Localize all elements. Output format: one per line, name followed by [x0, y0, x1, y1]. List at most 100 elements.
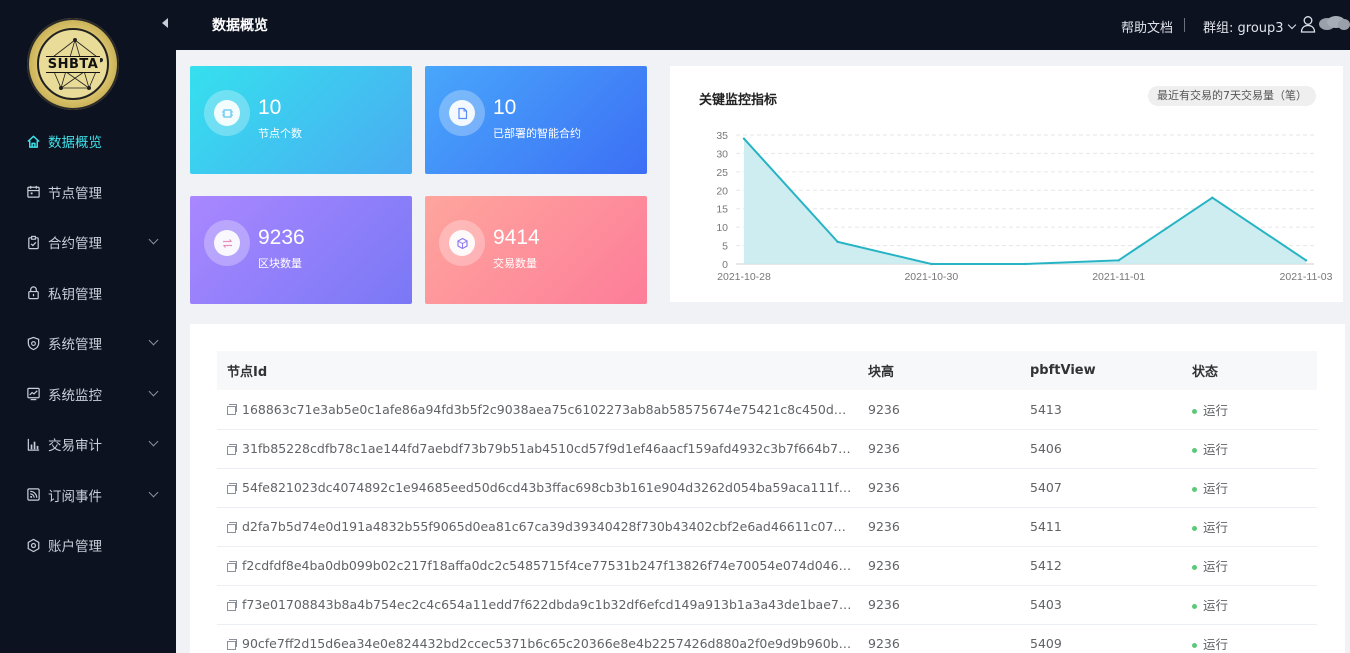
y-tick-label: 0 — [722, 259, 728, 271]
chevron-down-icon — [148, 234, 159, 245]
sidebar-item-label: 合约管理 — [48, 236, 102, 253]
stat-label: 区块数量 — [258, 257, 302, 270]
sidebar-item-private-key-management[interactable]: 私钥管理 — [0, 268, 176, 319]
x-tick-label: 2021-11-01 — [1092, 271, 1145, 283]
stat-label: 节点个数 — [258, 127, 302, 140]
copy-icon[interactable] — [227, 560, 237, 572]
status-cell: 运行 — [1182, 585, 1317, 624]
node-id-text[interactable]: 90cfe7ff2d15d6ea34e0e824432bd2ccec5371b6… — [242, 636, 852, 651]
sidebar-item-system-management[interactable]: 系统管理 — [0, 318, 176, 369]
sidebar-menu: 数据概览 节点管理 合约管理 私钥管理 系统管理 系统监控 交易审计 订阅事件 … — [0, 116, 176, 571]
chart-title: 关键监控指标 — [699, 93, 778, 108]
status-cell: 运行 — [1182, 390, 1317, 429]
exchange-icon — [222, 238, 232, 248]
y-tick-label: 5 — [722, 241, 728, 253]
data-point — [1117, 259, 1120, 262]
table-row: 168863c71e3ab5e0c1afe86a94fd3b5f2c9038ae… — [217, 390, 1317, 429]
sidebar-item-account-management[interactable]: 账户管理 — [0, 520, 176, 571]
node-icon — [221, 108, 233, 118]
node-id-text[interactable]: 31fb85228cdfb78c1ae144fd7aebdf73b79b51ab… — [242, 441, 852, 456]
table-row: 31fb85228cdfb78c1ae144fd7aebdf73b79b51ab… — [217, 429, 1317, 468]
node-id-cell: f2cdfdf8e4ba0db099b02c217f18affa0dc2c548… — [217, 546, 858, 585]
stat-card-nodes: 10 节点个数 — [190, 66, 412, 174]
pbft-view-cell: 5406 — [1030, 441, 1062, 456]
block-height-cell: 9236 — [868, 480, 900, 495]
sidebar-item-data-overview[interactable]: 数据概览 — [0, 116, 176, 167]
stat-value: 10 — [258, 96, 282, 119]
cube-icon — [456, 237, 468, 249]
copy-icon[interactable] — [227, 482, 237, 494]
pbft-view-cell: 5411 — [1030, 519, 1062, 534]
stat-card-transactions: 9414 交易数量 — [425, 196, 647, 304]
sidebar-item-node-management[interactable]: 节点管理 — [0, 167, 176, 218]
stat-value: 9414 — [493, 226, 540, 249]
y-tick-label: 25 — [716, 167, 728, 179]
copy-icon[interactable] — [227, 404, 237, 416]
rss-icon — [25, 487, 41, 503]
sidebar-item-label: 私钥管理 — [48, 286, 102, 303]
node-id-cell: 54fe821023dc4074892c1e94685eed50d6cd43b3… — [217, 468, 858, 507]
sidebar-item-label: 系统管理 — [48, 337, 102, 354]
data-point — [1211, 196, 1214, 199]
block-height-cell: 9236 — [868, 558, 900, 573]
node-id-text[interactable]: 168863c71e3ab5e0c1afe86a94fd3b5f2c9038ae… — [242, 402, 852, 417]
copy-icon[interactable] — [227, 638, 237, 650]
status-text: 运行 — [1203, 520, 1229, 535]
node-id-text[interactable]: f2cdfdf8e4ba0db099b02c217f18affa0dc2c548… — [242, 558, 852, 573]
x-tick-label: 2021-11-03 — [1280, 271, 1333, 283]
status-dot — [1192, 408, 1197, 414]
node-id-text[interactable]: d2fa7b5d74e0d191a4832b55f9065d0ea81c67ca… — [242, 519, 852, 534]
y-tick-label: 10 — [716, 222, 728, 234]
sidebar-item-subscribe-events[interactable]: 订阅事件 — [0, 470, 176, 521]
status-text: 运行 — [1203, 442, 1229, 457]
block-height-cell: 9236 — [868, 597, 900, 612]
user-icon[interactable] — [1300, 15, 1316, 33]
chart-range-badge[interactable]: 最近有交易的7天交易量（笔） — [1148, 86, 1316, 106]
collapse-sidebar-icon[interactable] — [162, 18, 168, 28]
table-row: f2cdfdf8e4ba0db099b02c217f18affa0dc2c548… — [217, 546, 1317, 585]
x-tick-label: 2021-10-30 — [904, 271, 958, 283]
group-selector[interactable]: 群组: group3 — [1203, 17, 1296, 36]
help-docs-link[interactable]: 帮助文档 — [1121, 17, 1173, 36]
sidebar-item-contract-management[interactable]: 合约管理 — [0, 217, 176, 268]
status-dot — [1192, 526, 1197, 531]
sidebar-item-label: 节点管理 — [48, 185, 102, 202]
node-id-cell: 90cfe7ff2d15d6ea34e0e824432bd2ccec5371b6… — [217, 624, 858, 653]
status-text: 运行 — [1203, 402, 1229, 418]
block-height-cell: 9236 — [868, 401, 900, 417]
copy-icon[interactable] — [227, 443, 237, 455]
node-table: 节点Id 块高 pbftView 状态 168863c71e3ab5e0c1af… — [217, 351, 1317, 653]
sidebar-item-label: 系统监控 — [48, 387, 102, 404]
sidebar-item-label: 账户管理 — [48, 539, 102, 556]
node-id-text[interactable]: f73e01708843b8a4b754ec2c4c654a11edd7f622… — [242, 597, 852, 612]
status-dot — [1192, 604, 1197, 609]
calendar-icon — [25, 184, 41, 200]
sidebar: SHBTA 数据概览 节点管理 合约管理 私钥管理 系统管理 系统监控 交易审计… — [0, 0, 176, 653]
status-cell: 运行 — [1182, 507, 1317, 546]
column-header-node-id: 节点Id — [227, 365, 268, 380]
y-tick-label: 30 — [716, 148, 728, 160]
node-id-cell: d2fa7b5d74e0d191a4832b55f9065d0ea81c67ca… — [217, 507, 858, 546]
table-row: f73e01708843b8a4b754ec2c4c654a11edd7f622… — [217, 585, 1317, 624]
sidebar-item-system-monitoring[interactable]: 系统监控 — [0, 369, 176, 420]
stat-value: 9236 — [258, 226, 305, 249]
gear-shield-icon — [25, 537, 41, 553]
stat-card-contracts: 10 已部署的智能合约 — [425, 66, 647, 174]
pbft-view-cell: 5409 — [1030, 636, 1062, 651]
status-dot — [1192, 448, 1197, 453]
copy-icon[interactable] — [227, 521, 237, 533]
status-cell: 运行 — [1182, 546, 1317, 585]
table-row: 54fe821023dc4074892c1e94685eed50d6cd43b3… — [217, 468, 1317, 507]
username-avatar[interactable] — [1319, 16, 1350, 30]
home-icon — [25, 133, 41, 149]
status-text: 运行 — [1203, 559, 1229, 574]
node-id-text[interactable]: 54fe821023dc4074892c1e94685eed50d6cd43b3… — [242, 480, 852, 495]
sidebar-item-transaction-audit[interactable]: 交易审计 — [0, 419, 176, 470]
table-row: 90cfe7ff2d15d6ea34e0e824432bd2ccec5371b6… — [217, 624, 1317, 653]
status-cell: 运行 — [1182, 624, 1317, 653]
status-text: 运行 — [1203, 481, 1229, 496]
copy-icon[interactable] — [227, 599, 237, 611]
node-id-cell: f73e01708843b8a4b754ec2c4c654a11edd7f622… — [217, 585, 858, 624]
node-id-cell: 168863c71e3ab5e0c1afe86a94fd3b5f2c9038ae… — [217, 390, 858, 429]
status-cell: 运行 — [1182, 429, 1317, 468]
